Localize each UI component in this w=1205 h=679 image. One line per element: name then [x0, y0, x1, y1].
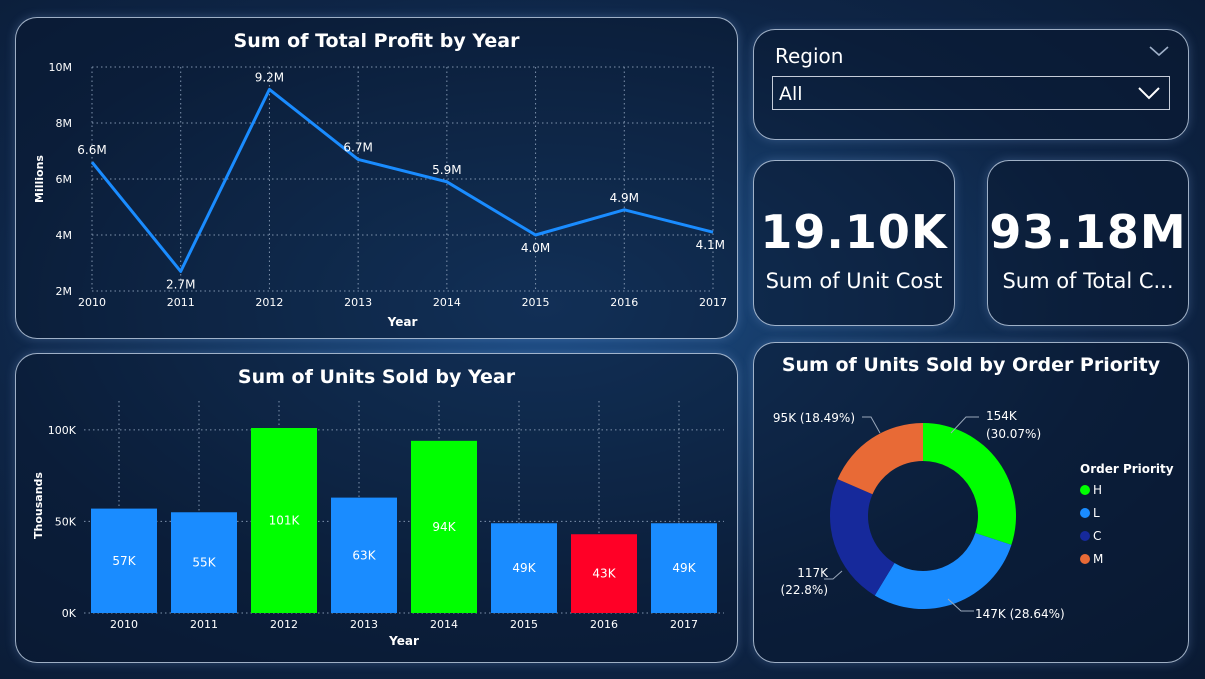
region-dropdown[interactable]: All: [772, 76, 1170, 110]
legend-marker: [1080, 554, 1090, 564]
x-tick-label: 2013: [344, 296, 372, 309]
data-label: 5.9M: [432, 163, 461, 177]
chevron-down-icon[interactable]: [1148, 44, 1170, 58]
kpi-card-total-cost: 93.18M Sum of Total C...: [987, 160, 1189, 326]
units-bar-chart-panel: Sum of Units Sold by Year 0K 50K 100K 57K 20…: [15, 353, 738, 663]
data-label: 2.7M: [166, 277, 195, 291]
y-tick-label: 100K: [48, 424, 77, 437]
donut-slice-h: [923, 423, 1016, 545]
legend-title: Order Priority: [1080, 462, 1174, 476]
x-tick-label: 2011: [190, 618, 218, 631]
y-tick-label: 0K: [62, 607, 77, 620]
profit-line-chart-panel: Sum of Total Profit by Year 2M 4M 6M 8M 10M 2…: [15, 17, 738, 339]
units-bar-chart[interactable]: 0K 50K 100K 57K 2010 55K 2011 101K 2012 63K 2013 94…: [16, 354, 739, 664]
slice-label: 154K: [986, 409, 1018, 423]
legend-label: C: [1093, 529, 1101, 543]
data-label: 6.6M: [77, 143, 106, 157]
y-tick-label: 8M: [56, 117, 73, 130]
y-axis-label: Millions: [33, 155, 46, 203]
bar-data-label: 57K: [112, 554, 136, 568]
kpi-label: Sum of Total C...: [1002, 269, 1174, 293]
legend-label: M: [1093, 552, 1103, 566]
x-tick-label: 2015: [510, 618, 538, 631]
legend-label: H: [1093, 483, 1102, 497]
slice-label: 147K (28.64%): [975, 607, 1065, 621]
order-priority-donut-panel: Sum of Units Sold by Order Priority 154K…: [753, 342, 1189, 663]
x-tick-label: 2014: [430, 618, 458, 631]
kpi-label: Sum of Unit Cost: [765, 269, 943, 293]
y-tick-label: 50K: [55, 515, 77, 528]
bar-data-label: 43K: [592, 567, 616, 581]
slice-label: (30.07%): [986, 427, 1041, 441]
donut-slice-m: [837, 423, 923, 495]
region-slicer-panel: Region All: [753, 29, 1189, 140]
data-label: 4.9M: [610, 191, 639, 205]
slice-label: 117K: [797, 566, 829, 580]
slice-label: (22.8%): [781, 583, 828, 597]
region-selected-value: All: [779, 83, 803, 105]
data-label: 6.7M: [343, 140, 372, 154]
data-label: 9.2M: [255, 70, 284, 84]
y-tick-label: 6M: [56, 173, 73, 186]
donut-slice-l: [874, 533, 1012, 609]
dropdown-chevron-icon[interactable]: [1137, 84, 1161, 102]
x-tick-label: 2010: [78, 296, 106, 309]
x-tick-label: 2016: [590, 618, 618, 631]
x-tick-label: 2016: [610, 296, 638, 309]
y-tick-label: 4M: [56, 229, 73, 242]
data-label: 4.0M: [521, 241, 550, 255]
x-tick-label: 2011: [167, 296, 195, 309]
x-tick-label: 2012: [270, 618, 298, 631]
donut-slice-c: [830, 479, 895, 596]
x-tick-label: 2014: [433, 296, 461, 309]
legend-marker: [1080, 485, 1090, 495]
x-tick-label: 2017: [670, 618, 698, 631]
x-tick-label: 2013: [350, 618, 378, 631]
bar-data-label: 94K: [432, 520, 456, 534]
kpi-value: 19.10K: [760, 205, 948, 259]
order-priority-donut-chart[interactable]: 154K (30.07%) 147K (28.64%) 117K (22.8%) 95K …: [754, 343, 1190, 664]
x-tick-label: 2010: [110, 618, 138, 631]
legend-label: L: [1093, 506, 1100, 520]
legend-marker: [1080, 531, 1090, 541]
profit-line-chart[interactable]: 2M 4M 6M 8M 10M 2010 2011 2012 2013 2014 2015 2016 2…: [16, 18, 739, 340]
y-tick-label: 2M: [56, 285, 73, 298]
data-label: 4.1M: [696, 238, 725, 252]
bar-data-label: 63K: [352, 548, 376, 562]
x-axis-label: Year: [387, 315, 418, 329]
leader-line: [862, 416, 881, 434]
x-tick-label: 2015: [522, 296, 550, 309]
bar-data-label: 101K: [269, 514, 301, 528]
y-axis-label: Thousands: [32, 472, 45, 539]
legend-marker: [1080, 508, 1090, 518]
kpi-value: 93.18M: [989, 205, 1187, 259]
bar-data-label: 55K: [192, 556, 216, 570]
region-label: Region: [775, 44, 844, 68]
bar-data-label: 49K: [672, 561, 696, 575]
y-tick-label: 10M: [49, 61, 73, 74]
x-tick-label: 2017: [699, 296, 727, 309]
bar-data-label: 49K: [512, 561, 536, 575]
x-axis-label: Year: [388, 634, 419, 648]
slice-label: 95K (18.49%): [773, 411, 855, 425]
profit-series-line: [90, 87, 714, 273]
kpi-card-unit-cost: 19.10K Sum of Unit Cost: [753, 160, 955, 326]
x-tick-label: 2012: [255, 296, 283, 309]
